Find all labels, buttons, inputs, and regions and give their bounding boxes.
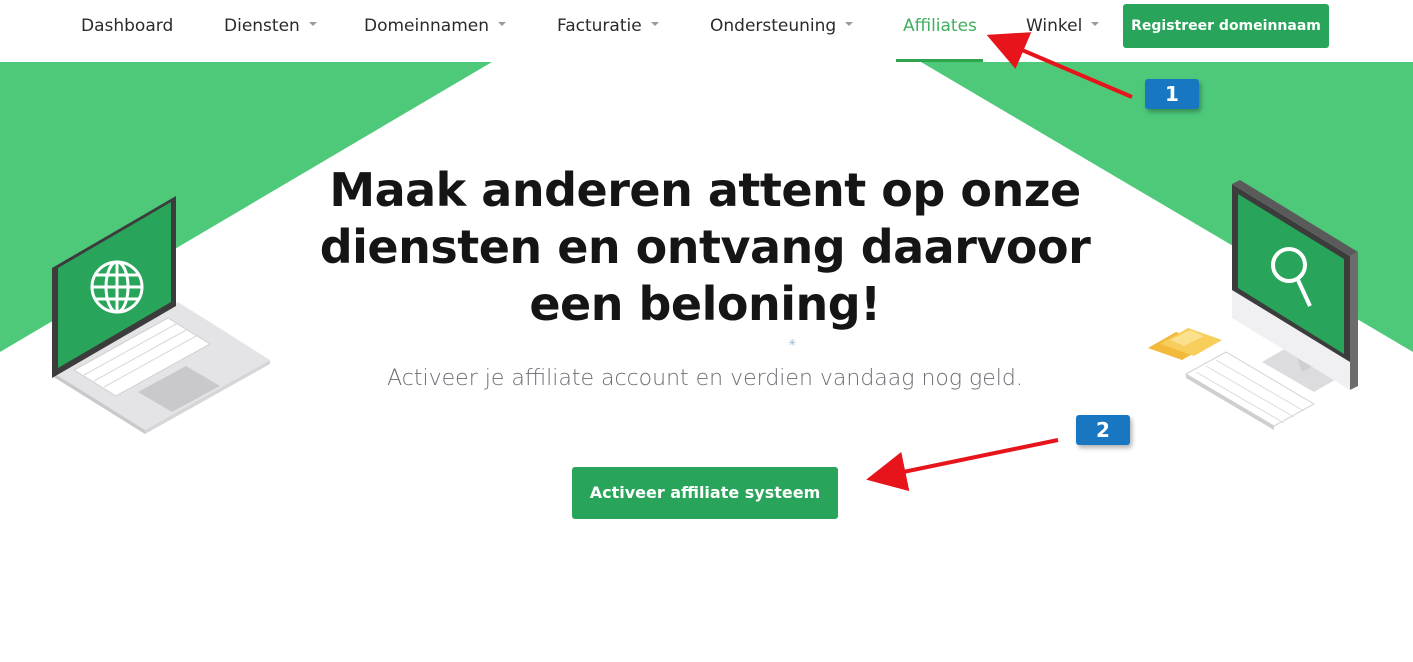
annotation-badge-2: 2: [1076, 415, 1130, 445]
sparkle-icon: ✳: [788, 338, 797, 349]
caret-down-icon: [498, 22, 506, 26]
hero-headline: Maak anderen attent op onze diensten en …: [319, 163, 1091, 331]
top-navigation: Dashboard Diensten Domeinnamen Facturati…: [0, 0, 1413, 62]
nav-item-domeinnamen[interactable]: Domeinnamen: [364, 0, 506, 62]
nav-item-dashboard[interactable]: Dashboard: [81, 0, 173, 62]
nav-item-diensten[interactable]: Diensten: [224, 0, 317, 62]
nav-item-ondersteuning[interactable]: Ondersteuning: [710, 0, 854, 62]
nav-item-affiliates[interactable]: Affiliates: [896, 0, 983, 62]
affiliate-hero: Maak anderen attent op onze diensten en …: [0, 62, 1413, 662]
hero-background: [0, 62, 1413, 434]
nav-item-winkel[interactable]: Winkel: [1026, 0, 1100, 62]
hero-subline: Activeer je affiliate account en verdien…: [387, 366, 1023, 391]
annotation-badge-1: 1: [1145, 79, 1199, 109]
caret-down-icon: [650, 22, 659, 26]
caret-down-icon: [1091, 22, 1100, 26]
nav-item-facturatie[interactable]: Facturatie: [557, 0, 659, 62]
caret-down-icon: [308, 22, 317, 26]
register-domain-button[interactable]: Registreer domeinnaam: [1123, 4, 1329, 48]
activate-affiliate-button[interactable]: Activeer affiliate systeem: [572, 467, 838, 519]
caret-down-icon: [845, 22, 854, 26]
